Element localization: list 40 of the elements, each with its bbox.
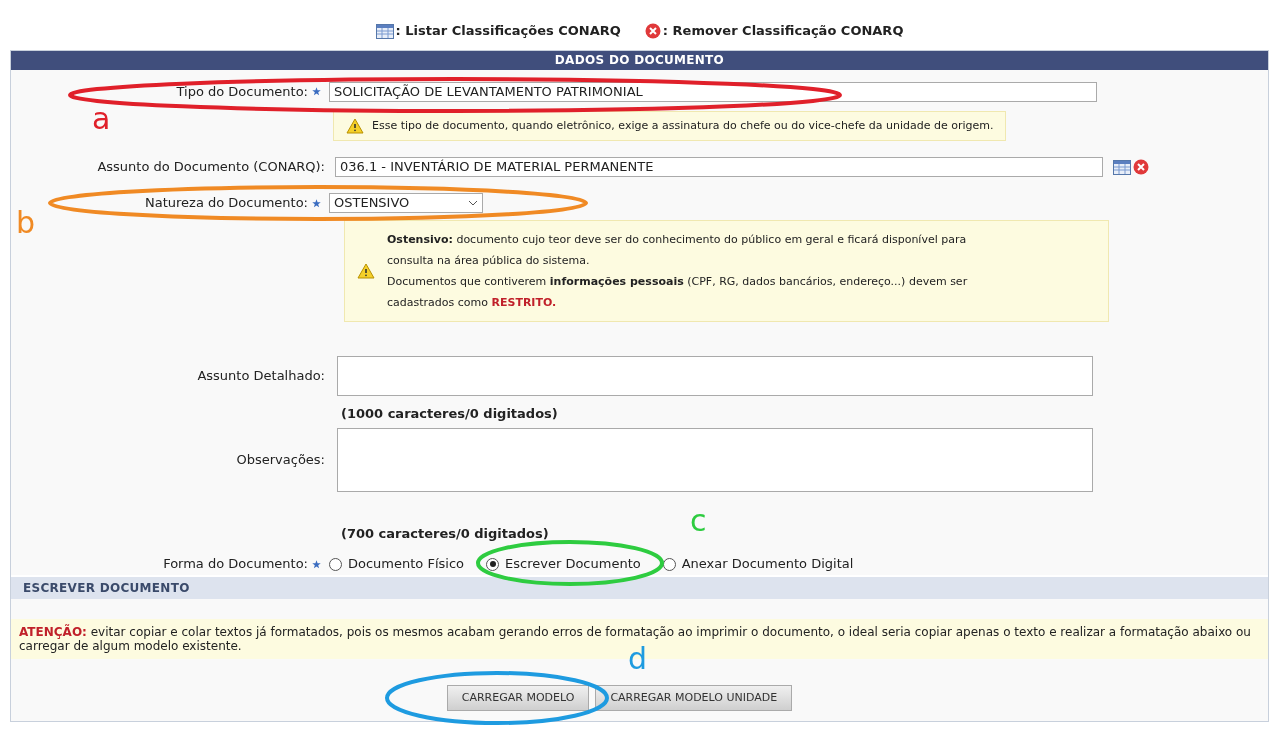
warning-text: Esse tipo de documento, quando eletrônico, exige a assinatura do chefe ou do vice-chefe da unidade de origem. (372, 117, 994, 134)
close-icon[interactable] (1133, 159, 1149, 175)
table-icon[interactable] (375, 23, 394, 39)
annotation-letter: b (16, 208, 36, 238)
select-dropdown[interactable]: OSTENSIVO (329, 193, 483, 213)
field-label: Forma do Documento: (163, 555, 308, 574)
radio-label: Documento Físico (348, 555, 464, 574)
warning-icon (357, 263, 375, 279)
warning-text: consulta na área pública do sistema. (387, 253, 591, 269)
radio-button[interactable] (486, 557, 499, 571)
warning-text: Ostensivo: documento cujo teor deve ser do conhecimento do público em geral e ficará disponível para (387, 232, 968, 248)
table-icon[interactable] (1113, 159, 1131, 175)
field-label: Assunto Detalhado: (197, 367, 325, 386)
radio-label: Anexar Documento Digital (681, 555, 854, 574)
character-counter: (1000 caracteres/0 digitados) (341, 406, 558, 421)
warning-icon (346, 118, 364, 134)
text-area[interactable] (337, 427, 1093, 492)
legend-text: : Remover Classificação CONARQ (662, 22, 904, 41)
radio-button[interactable] (662, 557, 676, 571)
annotation-letter: c (690, 506, 707, 536)
section-header: DADOS DO DOCUMENTO (11, 51, 1268, 70)
warning-text: cadastrados como RESTRITO. (387, 295, 558, 311)
field-label: Natureza do Documento: (144, 194, 308, 213)
load-template-button[interactable]: CARREGAR MODELO (446, 685, 590, 711)
close-icon[interactable] (644, 23, 661, 39)
field-label: Assunto do Documento (CONARQ): (97, 158, 325, 177)
radio-button[interactable] (329, 557, 342, 571)
text-area[interactable] (337, 356, 1093, 396)
field-label: Observações: (236, 450, 325, 469)
warning-text: Documentos que contiverem informações pessoais (CPF, RG, dados bancários, endereço...) devem ser (387, 274, 968, 290)
text-field[interactable]: SOLICITAÇÃO DE LEVANTAMENTO PATRIMONIAL (329, 81, 1097, 102)
text-field[interactable]: 036.1 - INVENTÁRIO DE MATERIAL PERMANENTE (335, 157, 1103, 177)
legend-text: : Listar Classificações CONARQ (395, 22, 621, 41)
chevron-down-icon (468, 200, 478, 206)
radio-label: Escrever Documento (505, 555, 641, 574)
annotation-letter: a (92, 104, 111, 134)
field-label: Tipo do Documento: (176, 82, 308, 101)
section-header: ESCREVER DOCUMENTO (11, 577, 1268, 599)
character-counter: (700 caracteres/0 digitados) (341, 525, 549, 541)
load-template-button[interactable]: CARREGAR MODELO UNIDADE (595, 685, 793, 711)
